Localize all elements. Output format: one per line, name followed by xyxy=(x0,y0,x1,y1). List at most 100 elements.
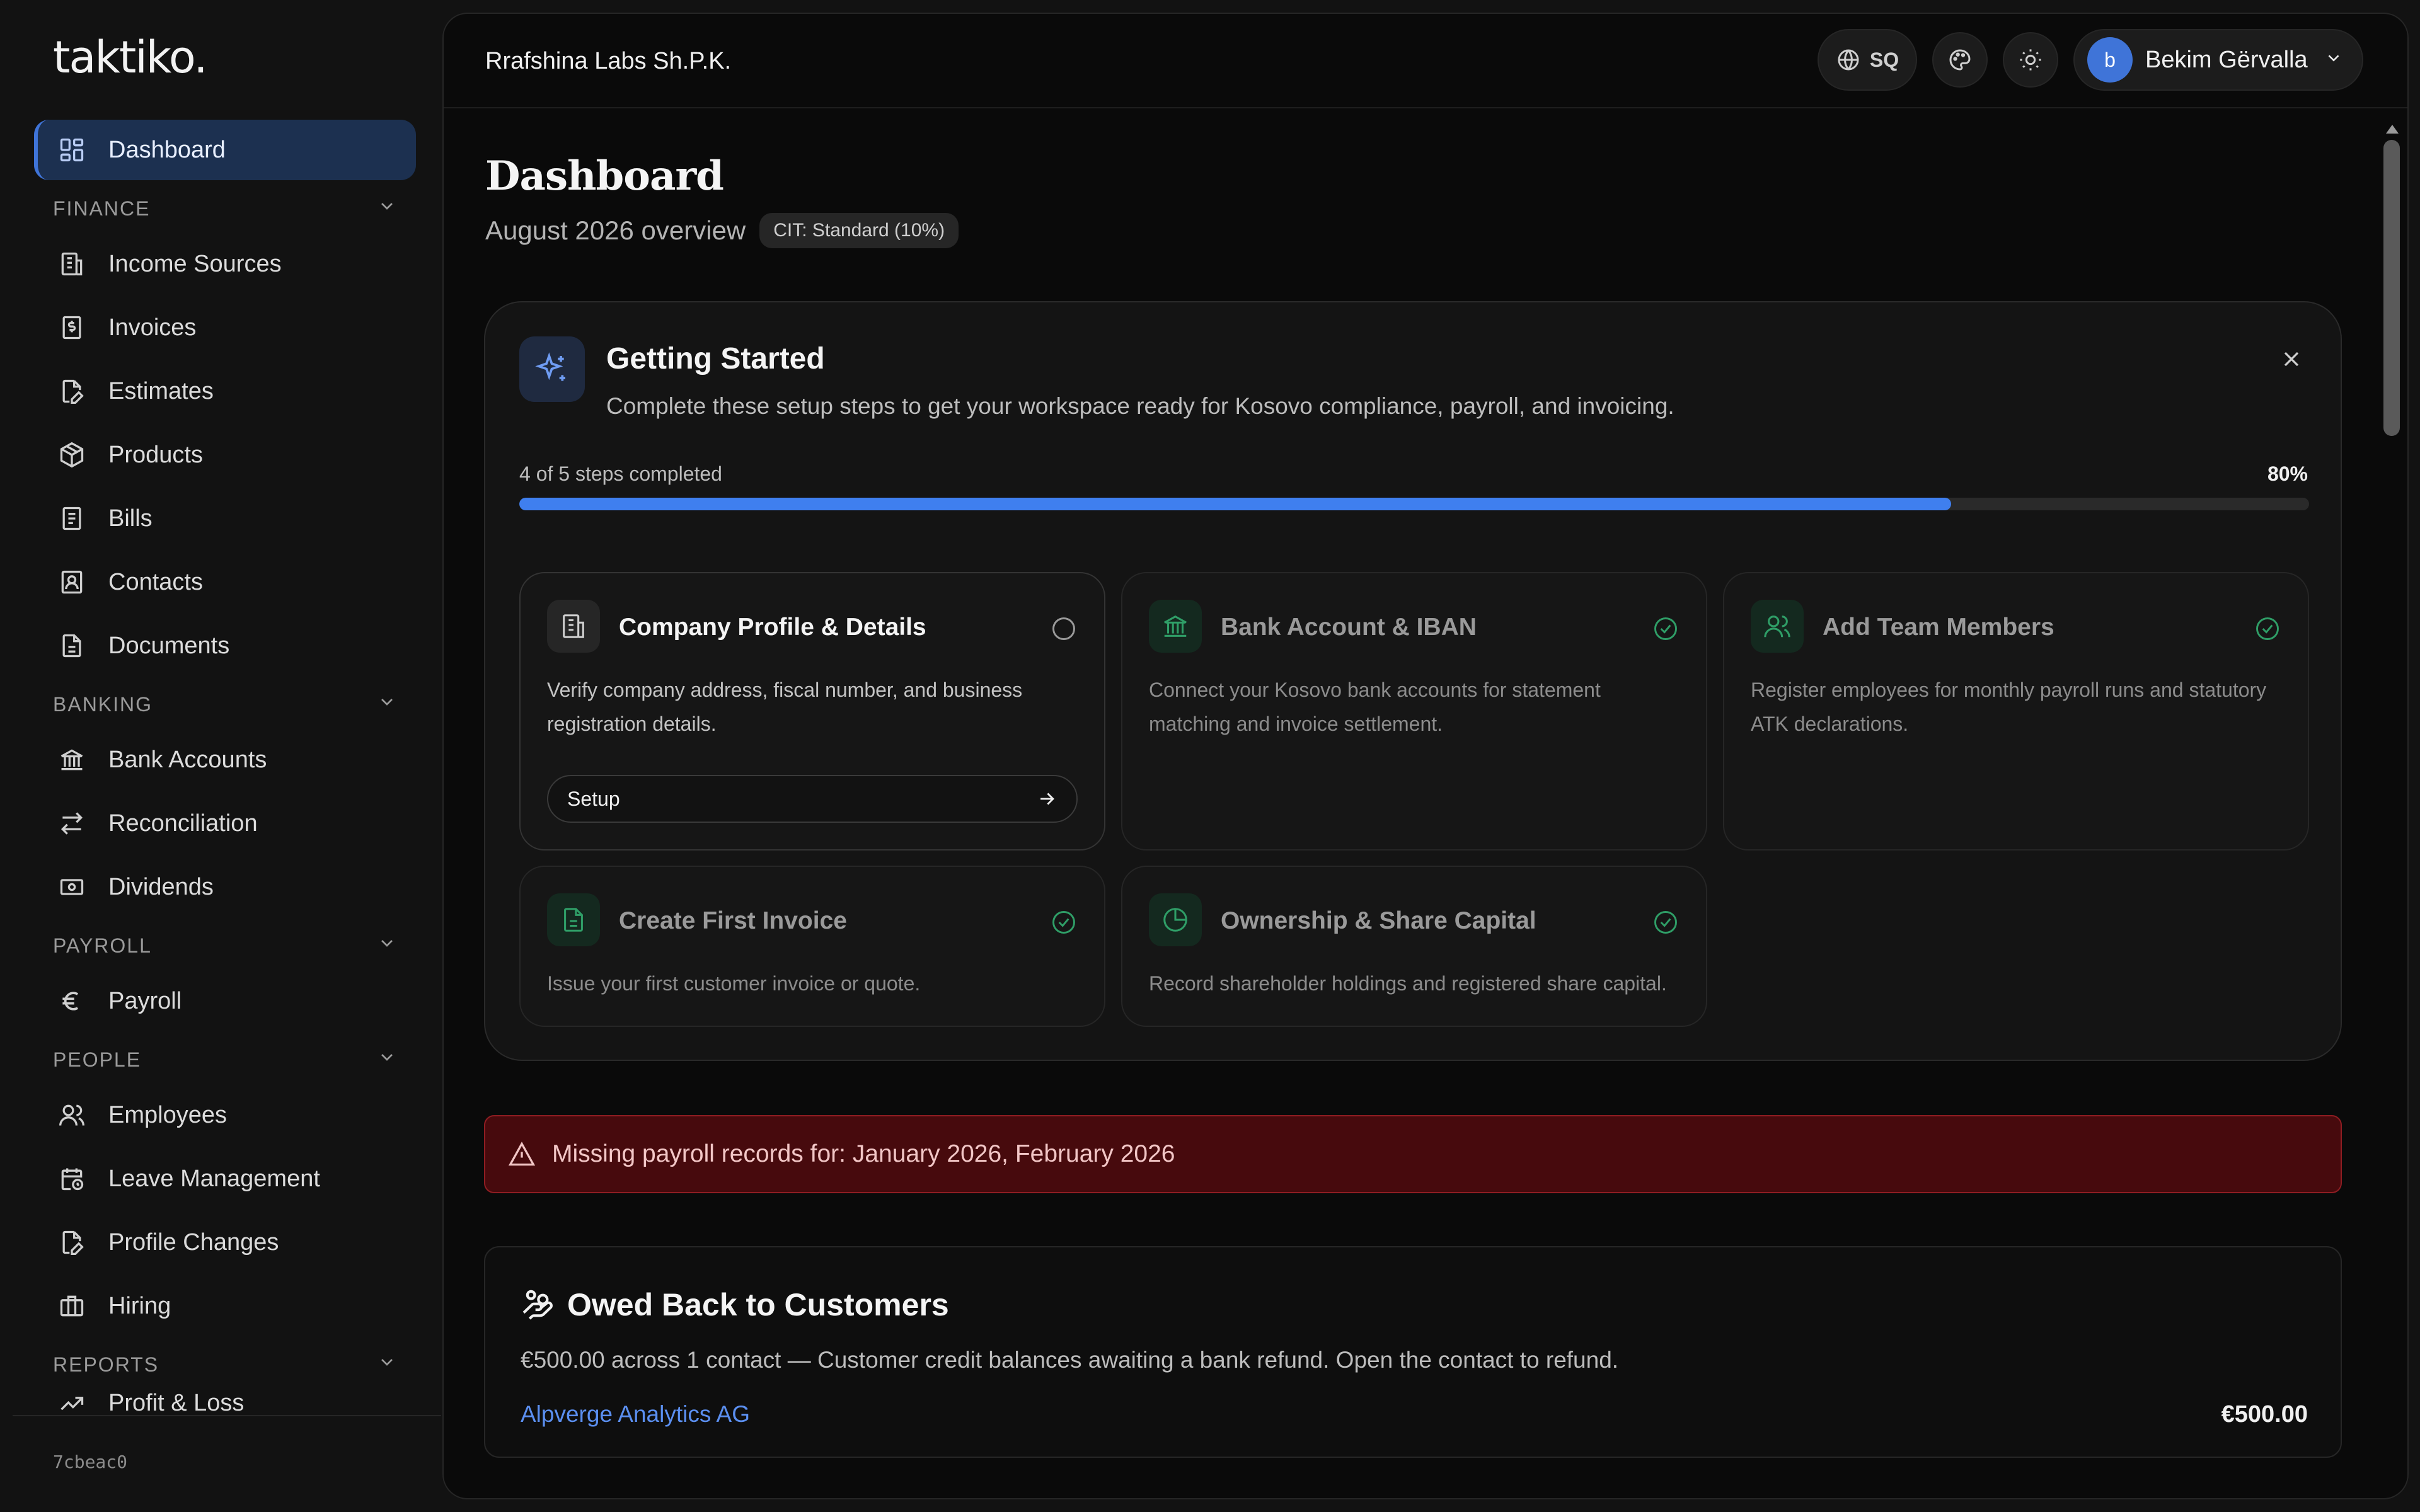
sidebar-item-dashboard[interactable]: Dashboard xyxy=(34,120,416,180)
app-logo[interactable]: taktiko. xyxy=(53,32,208,83)
step-description: Verify company address, fiscal number, a… xyxy=(547,679,1023,735)
check-circle-icon xyxy=(1050,908,1078,936)
sidebar-item-label: Profit & Loss xyxy=(108,1390,245,1416)
sidebar-item-bills[interactable]: Bills xyxy=(34,488,416,549)
file-icon xyxy=(547,893,600,946)
sidebar-item-employees[interactable]: Employees xyxy=(34,1085,416,1145)
close-icon[interactable] xyxy=(2279,346,2304,375)
pie-chart-icon xyxy=(1149,893,1202,946)
euro-icon xyxy=(58,987,86,1015)
section-header-banking[interactable]: BANKING xyxy=(34,679,416,730)
tax-regime-badge: CIT: Standard (10%) xyxy=(759,213,959,248)
sidebar-item-documents[interactable]: Documents xyxy=(34,616,416,676)
chevron-down-icon xyxy=(377,196,397,221)
scroll-up-arrow[interactable] xyxy=(2386,125,2399,134)
progress-bar xyxy=(519,498,2309,510)
sidebar-item-label: Payroll xyxy=(108,987,182,1014)
sidebar-item-label: Dividends xyxy=(108,873,214,900)
bank-icon xyxy=(1149,600,1202,653)
contact-card-icon xyxy=(58,568,86,596)
app-version: 7cbeac0 xyxy=(53,1452,128,1472)
organization-name: Rrafshina Labs Sh.P.K. xyxy=(485,48,732,74)
trending-up-icon xyxy=(58,1390,86,1418)
setup-button-label: Setup xyxy=(567,787,620,810)
users-icon xyxy=(1751,600,1804,653)
sidebar-item-label: Invoices xyxy=(108,314,197,341)
check-circle-icon xyxy=(1652,615,1680,643)
document-icon xyxy=(58,632,86,660)
step-bank-account[interactable]: Bank Account & IBAN Connect your Kosovo … xyxy=(1121,572,1707,850)
step-company-profile[interactable]: Company Profile & Details Verify company… xyxy=(519,572,1105,850)
sidebar-item-hiring[interactable]: Hiring xyxy=(34,1276,416,1336)
sidebar-item-label: Reconciliation xyxy=(108,810,258,837)
sparkles-icon xyxy=(519,336,585,402)
sidebar-item-payroll[interactable]: Payroll xyxy=(34,971,416,1031)
sidebar-item-label: Bank Accounts xyxy=(108,746,267,773)
missing-payroll-alert: Missing payroll records for: January 202… xyxy=(484,1115,2342,1193)
section-header-payroll[interactable]: PAYROLL xyxy=(34,920,416,971)
top-bar: Rrafshina Labs Sh.P.K. SQ b Bekim Gërval… xyxy=(444,14,2407,108)
owed-title: Owed Back to Customers xyxy=(567,1287,949,1322)
sidebar-item-income-sources[interactable]: Income Sources xyxy=(34,234,416,294)
sidebar-item-reconciliation[interactable]: Reconciliation xyxy=(34,793,416,854)
sidebar-item-products[interactable]: Products xyxy=(34,425,416,485)
language-code: SQ xyxy=(1869,48,1899,71)
user-menu[interactable]: b Bekim Gërvalla xyxy=(2073,29,2363,91)
building-icon xyxy=(547,600,600,653)
page-subtitle-row: August 2026 overview CIT: Standard (10%) xyxy=(485,213,959,248)
step-description: Register employees for monthly payroll r… xyxy=(1751,679,2267,735)
owed-description: €500.00 across 1 contact — Customer cred… xyxy=(521,1347,1619,1373)
sidebar-item-invoices[interactable]: Invoices xyxy=(34,297,416,358)
getting-started-description: Complete these setup steps to get your w… xyxy=(606,393,1674,419)
arrow-right-icon xyxy=(1036,788,1057,810)
sidebar-item-profile-changes[interactable]: Profile Changes xyxy=(34,1212,416,1273)
owed-amount: €500.00 xyxy=(2221,1401,2308,1428)
calendar-clock-icon xyxy=(58,1165,86,1193)
step-title: Add Team Members xyxy=(1823,614,2054,641)
sun-icon xyxy=(2018,47,2043,72)
chevron-down-icon xyxy=(2324,47,2343,74)
package-icon xyxy=(58,441,86,469)
sidebar-item-label: Products xyxy=(108,441,203,468)
chevron-down-icon xyxy=(377,933,397,958)
step-team-members[interactable]: Add Team Members Register employees for … xyxy=(1723,572,2309,850)
sidebar-item-label: Profile Changes xyxy=(108,1228,279,1256)
step-description: Connect your Kosovo bank accounts for st… xyxy=(1149,679,1601,735)
sidebar-item-dividends[interactable]: Dividends xyxy=(34,857,416,917)
file-edit-icon xyxy=(58,377,86,405)
pending-circle-icon xyxy=(1050,615,1078,643)
language-switcher[interactable]: SQ xyxy=(1818,29,1917,91)
arrows-swap-icon xyxy=(58,810,86,837)
sidebar-item-leave-management[interactable]: Leave Management xyxy=(34,1148,416,1209)
sidebar-item-estimates[interactable]: Estimates xyxy=(34,361,416,421)
sidebar-item-bank-accounts[interactable]: Bank Accounts xyxy=(34,730,416,790)
sidebar-item-label: Leave Management xyxy=(108,1165,320,1192)
section-header-people[interactable]: PEOPLE xyxy=(34,1034,416,1085)
section-header-finance[interactable]: FINANCE xyxy=(34,183,416,234)
globe-icon xyxy=(1836,47,1861,72)
sidebar-item-contacts[interactable]: Contacts xyxy=(34,552,416,612)
customer-contact-link[interactable]: Alpverge Analytics AG xyxy=(521,1401,750,1428)
progress-bar-fill xyxy=(519,498,1951,510)
light-mode-button[interactable] xyxy=(2003,32,2058,88)
receipt-icon xyxy=(58,505,86,532)
sidebar-item-label: Contacts xyxy=(108,568,203,595)
scrollbar-thumb[interactable] xyxy=(2383,140,2400,436)
step-title: Bank Account & IBAN xyxy=(1221,614,1477,641)
palette-icon xyxy=(1947,47,1973,72)
step-first-invoice[interactable]: Create First Invoice Issue your first cu… xyxy=(519,866,1105,1027)
alert-message: Missing payroll records for: January 202… xyxy=(552,1140,1175,1167)
section-header-reports[interactable]: REPORTS xyxy=(34,1339,416,1390)
check-circle-icon xyxy=(1652,908,1680,936)
setup-button[interactable]: Setup xyxy=(547,775,1078,823)
bank-icon xyxy=(58,746,86,774)
check-circle-icon xyxy=(2254,615,2281,643)
building-icon xyxy=(58,250,86,278)
page-title: Dashboard xyxy=(485,152,724,200)
main-panel: Rrafshina Labs Sh.P.K. SQ b Bekim Gërval… xyxy=(442,13,2409,1499)
users-icon xyxy=(58,1101,86,1129)
progress-label: 4 of 5 steps completed xyxy=(519,462,722,485)
step-ownership[interactable]: Ownership & Share Capital Record shareho… xyxy=(1121,866,1707,1027)
page-subtitle: August 2026 overview xyxy=(485,215,746,245)
theme-palette-button[interactable] xyxy=(1932,32,1988,88)
